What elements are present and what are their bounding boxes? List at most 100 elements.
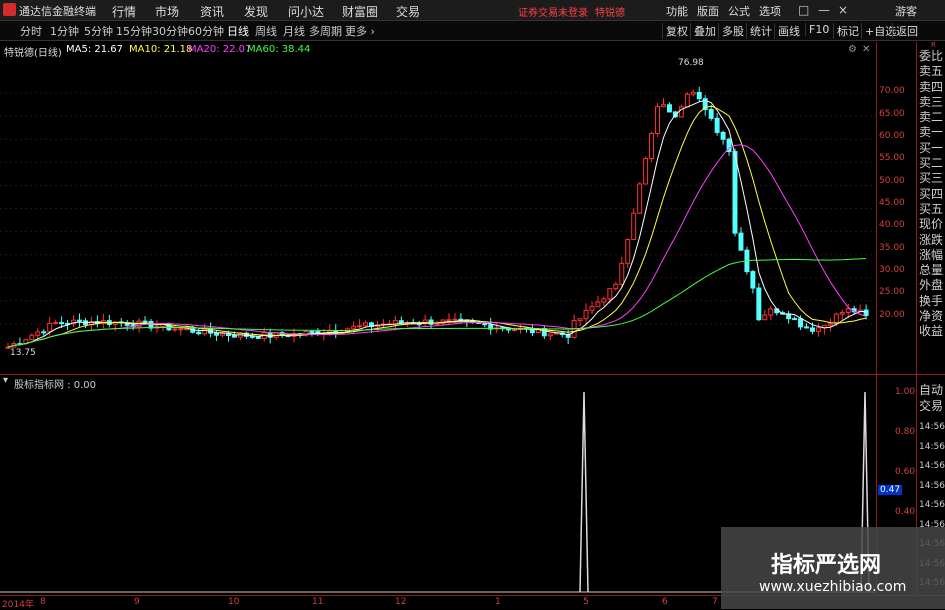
adjust-price-button[interactable]: 复权 [662, 23, 688, 39]
trade-label[interactable]: 交易 [919, 399, 943, 414]
tab-1min[interactable]: 1分钟 [50, 23, 79, 39]
close-window-icon[interactable]: × [838, 3, 848, 17]
layout-button[interactable]: 版面 [697, 3, 719, 19]
candle-body [196, 331, 202, 335]
tab-intraday[interactable]: 分时 [20, 23, 42, 39]
quote-item: 买五 [919, 201, 944, 216]
account-label[interactable]: 游客 [895, 3, 917, 19]
time-tick: 7 [712, 597, 718, 607]
tab-monthly[interactable]: 月线 [283, 23, 305, 39]
quote-item: 换手 [919, 293, 944, 308]
indicator-collapse-icon[interactable]: ▾ [3, 375, 8, 386]
restore-window-icon[interactable]: □ [798, 3, 809, 17]
quote-item: 涨跌 [919, 232, 944, 247]
draw-line-button[interactable]: 画线 [774, 23, 800, 39]
candle-body [619, 262, 625, 285]
time-tick: 8 [40, 597, 46, 607]
ma20-legend: MA20: 22.07 [188, 44, 252, 55]
multi-stock-button[interactable]: 多股 [718, 23, 744, 39]
menu-news[interactable]: 资讯 [200, 3, 224, 20]
time-tick: 12 [395, 597, 407, 607]
candle-body [792, 318, 798, 321]
trade-login-warning[interactable]: 证券交易未登录 [518, 4, 588, 19]
candle-body [172, 328, 178, 331]
time-tick: 2014年 [2, 600, 34, 610]
candle-body [613, 283, 619, 290]
time-tick: 9 [134, 597, 140, 607]
candle-body [29, 334, 35, 341]
back-button[interactable]: 返回 [892, 23, 918, 39]
ind-y-tick: 0.40 [895, 507, 916, 517]
candle-body [214, 332, 220, 336]
options-button[interactable]: 选项 [759, 3, 781, 19]
pane-divider [0, 374, 945, 375]
tab-15min[interactable]: 15分钟 [116, 23, 152, 39]
candle-body [643, 158, 649, 185]
time-tick: 6 [662, 597, 668, 607]
minimize-window-icon[interactable]: — [818, 3, 830, 17]
candle-body [804, 326, 809, 329]
candle-body [714, 117, 720, 133]
y-tick: 20.00 [879, 310, 905, 320]
menu-wealth-circle[interactable]: 财富圈 [342, 3, 378, 20]
quote-item: 外盘 [919, 278, 944, 293]
statistics-button[interactable]: 统计 [746, 23, 772, 39]
function-button[interactable]: 功能 [666, 3, 688, 19]
candle-body [512, 328, 517, 331]
price-candlestick-chart[interactable] [0, 56, 876, 374]
candle-body [446, 319, 452, 322]
ind-y-tick: 1.00 [895, 387, 916, 397]
auto-trade-button[interactable]: 自动 [919, 383, 943, 398]
candle-body [756, 287, 762, 321]
y-tick: 25.00 [879, 287, 905, 297]
y-tick: 65.00 [879, 109, 905, 119]
watermark-overlay: 指标严选网 www.xuezhibiao.com [721, 527, 945, 609]
quote-panel: R 委比 卖五 卖四 卖三 卖二 卖一 买一 买二 买三 买四 买五 现价 涨跌 涨幅 总量 外盘 换手 净资 收益 [916, 41, 945, 374]
chart-settings-icon[interactable]: ⚙ [848, 44, 857, 55]
trade-time: 14:56 [919, 441, 945, 452]
candle-body [452, 318, 458, 321]
candle-body [625, 239, 631, 264]
tab-daily[interactable]: 日线 [227, 23, 249, 39]
mark-button[interactable]: 标记 [833, 23, 859, 39]
candle-body [178, 328, 184, 331]
candle-body [434, 322, 440, 325]
menu-trade[interactable]: 交易 [396, 3, 420, 20]
time-tick: 5 [583, 597, 589, 607]
current-indicator-value: 0.47 [878, 485, 903, 495]
price-axis: 70.00 65.00 60.00 55.00 50.00 45.00 40.0… [876, 42, 917, 374]
f10-button[interactable]: F10 [805, 23, 829, 36]
y-tick: 45.00 [879, 198, 905, 208]
menu-discover[interactable]: 发现 [244, 3, 268, 20]
candle-body [863, 309, 869, 317]
menu-market-quotes[interactable]: 行情 [112, 3, 136, 20]
menu-market[interactable]: 市场 [155, 3, 179, 20]
formula-button[interactable]: 公式 [728, 3, 750, 19]
candle-body [637, 183, 643, 214]
candle-body [696, 91, 702, 100]
candle-body [690, 91, 696, 95]
candle-body [35, 331, 41, 336]
candle-body [363, 322, 369, 327]
candle-body [839, 312, 845, 315]
candle-body [827, 323, 833, 326]
tab-30min[interactable]: 30分钟 [152, 23, 188, 39]
tab-60min[interactable]: 60分钟 [188, 23, 224, 39]
tab-weekly[interactable]: 周线 [255, 23, 277, 39]
add-watchlist-button[interactable]: +自选 [861, 23, 896, 39]
current-stock-name: 特锐德 [595, 8, 625, 19]
menu-ask-xiaoda[interactable]: 问小达 [288, 3, 324, 20]
quote-item: 买四 [919, 186, 944, 201]
y-tick: 50.00 [879, 176, 905, 186]
candle-body [607, 288, 613, 300]
chart-close-icon[interactable]: ✕ [862, 44, 870, 55]
ind-y-tick: 0.60 [895, 467, 916, 477]
overlay-button[interactable]: 叠加 [690, 23, 716, 39]
candle-body [845, 308, 851, 314]
quote-item: 买一 [919, 140, 944, 155]
tab-5min[interactable]: 5分钟 [84, 23, 113, 39]
tab-multi-period[interactable]: 多周期 [309, 23, 342, 39]
tab-more[interactable]: 更多 › [345, 23, 375, 39]
high-price-label: 76.98 [678, 58, 704, 68]
candle-body [220, 333, 225, 336]
